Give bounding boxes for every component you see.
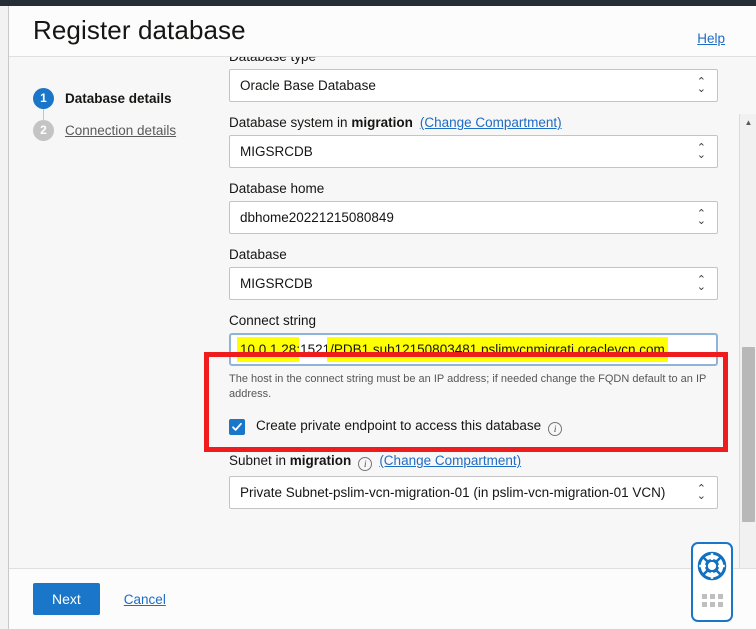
sidebar-item-database-details[interactable]: 1 Database details	[33, 84, 221, 120]
lifebuoy-icon	[697, 551, 727, 581]
sidebar-item-connection-details[interactable]: 2 Connection details	[33, 116, 221, 144]
database-system-label: Database system in migration (Change Comp…	[229, 115, 718, 130]
chevron-updown-icon: ⌃ ⌄	[696, 273, 706, 293]
field-subnet: Subnet in migration i (Change Compartment)…	[229, 453, 718, 509]
chevron-updown-icon: ⌃ ⌄	[696, 207, 706, 227]
subnet-label-bold: migration	[289, 453, 352, 468]
change-compartment-link-database-system[interactable]: (Change Compartment)	[420, 115, 562, 130]
chevron-updown-icon: ⌃ ⌄	[696, 141, 706, 161]
field-connect-string: Connect string 10.0.1.28:1521/PDB1.sub12…	[229, 313, 718, 402]
subnet-label-prefix: Subnet in	[229, 453, 290, 468]
private-endpoint-label-text: Create private endpoint to access this d…	[256, 418, 542, 433]
background-page-strip	[0, 6, 9, 629]
connect-string-input-wrap: 10.0.1.28:1521/PDB1.sub12150803481.pslim…	[229, 333, 718, 366]
step-2-label: Connection details	[65, 122, 177, 138]
step-1-badge: 1	[33, 87, 54, 109]
dialog-body: 1 Database details 2 Connection details …	[9, 57, 756, 568]
screenshot-root: Register database Help 1 Database detail…	[0, 0, 756, 629]
database-system-label-bold: migration	[351, 115, 413, 130]
step-connector	[43, 108, 44, 120]
help-link[interactable]: Help	[697, 31, 725, 46]
create-private-endpoint-checkbox[interactable]	[229, 419, 245, 435]
chevron-updown-icon: ⌃ ⌄	[696, 482, 706, 502]
field-database-home: Database home dbhome20221215080849 ⌃ ⌄	[229, 181, 718, 234]
create-private-endpoint-label: Create private endpoint to access this d…	[256, 418, 563, 436]
private-endpoint-row: Create private endpoint to access this d…	[229, 418, 718, 436]
connect-string-port: :1521	[296, 342, 331, 357]
form-column: Database type Oracle Base Database ⌃⌄ Da…	[221, 57, 756, 568]
database-home-label: Database home	[229, 181, 325, 196]
subnet-select[interactable]: Private Subnet-pslim-vcn-migration-01 (i…	[229, 476, 718, 509]
checkmark-icon	[232, 422, 242, 431]
scroll-up-arrow-icon[interactable]: ▲	[740, 114, 756, 131]
drag-handle-icon[interactable]	[701, 594, 723, 607]
register-database-dialog: Register database Help 1 Database detail…	[9, 6, 756, 629]
dialog-footer: Next Cancel	[9, 568, 756, 629]
database-type-label: Database type	[229, 57, 718, 64]
form-scrollbar[interactable]: ▲ ▼	[739, 114, 756, 568]
dialog-header: Register database Help	[9, 6, 756, 57]
database-type-select[interactable]: Oracle Base Database ⌃ ⌄	[229, 69, 718, 102]
next-button[interactable]: Next	[33, 583, 100, 615]
connect-string-helper-text: The host in the connect string must be a…	[229, 373, 707, 400]
connect-string-input[interactable]: 10.0.1.28:1521/PDB1.sub12150803481.pslim…	[229, 333, 718, 366]
database-system-select[interactable]: MIGSRCDB ⌃ ⌄	[229, 135, 718, 168]
text-caret	[238, 342, 239, 357]
info-icon[interactable]: i	[548, 422, 563, 436]
change-compartment-link-subnet[interactable]: (Change Compartment)	[379, 453, 521, 468]
connect-string-host-highlight: 10.0.1.28	[240, 340, 297, 359]
connect-string-label: Connect string	[229, 313, 317, 328]
database-type-value: Oracle Base Database	[240, 78, 376, 93]
subnet-label: Subnet in migration i (Change Compartment)	[229, 453, 718, 471]
database-value: MIGSRCDB	[240, 276, 313, 291]
field-database: Database MIGSRCDB ⌃ ⌄	[229, 247, 718, 300]
scrollbar-thumb[interactable]	[742, 347, 755, 522]
database-system-label-prefix: Database system in	[229, 115, 352, 130]
database-home-select[interactable]: dbhome20221215080849 ⌃ ⌄	[229, 201, 718, 234]
database-label: Database	[229, 247, 287, 262]
wizard-steps: 1 Database details 2 Connection details	[9, 57, 221, 568]
subnet-value: Private Subnet-pslim-vcn-migration-01 (i…	[240, 485, 666, 500]
page-title: Register database	[33, 15, 246, 45]
info-icon[interactable]: i	[358, 457, 373, 471]
support-widget[interactable]	[691, 542, 733, 622]
field-database-system: Database system in migration (Change Comp…	[229, 115, 718, 168]
connect-string-service-highlight: /PDB1.sub12150803481.pslimvcnmigrati.ora…	[330, 340, 665, 359]
step-1-label: Database details	[65, 90, 172, 106]
database-select[interactable]: MIGSRCDB ⌃ ⌄	[229, 267, 718, 300]
database-home-value: dbhome20221215080849	[240, 210, 394, 225]
chevron-updown-icon: ⌃ ⌄	[696, 75, 706, 95]
field-database-type: Database type Oracle Base Database ⌃⌄	[229, 57, 718, 102]
cancel-button[interactable]: Cancel	[124, 592, 166, 607]
database-system-value: MIGSRCDB	[240, 144, 313, 159]
step-2-badge: 2	[33, 119, 54, 141]
